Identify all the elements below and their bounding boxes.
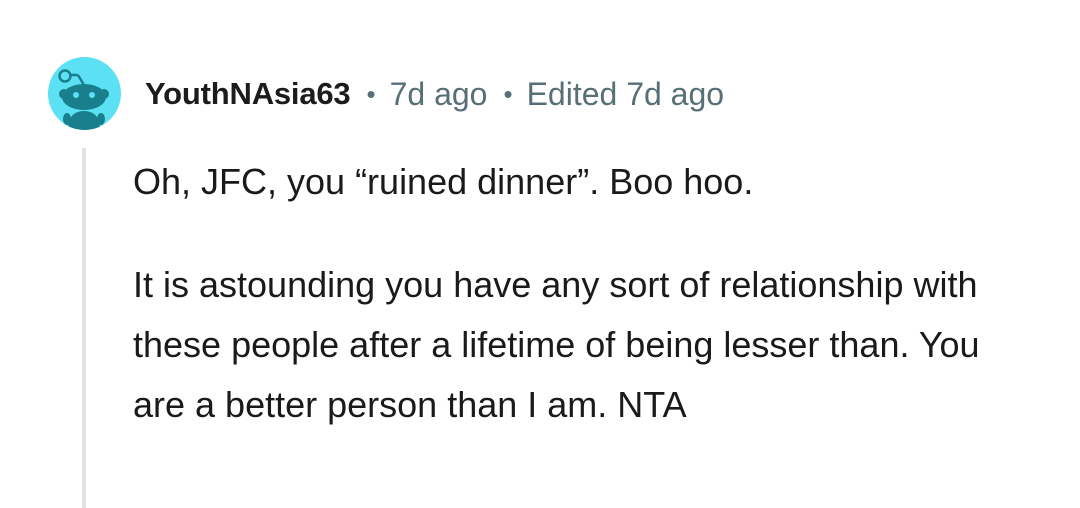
thread-line[interactable] — [82, 148, 86, 508]
timestamp[interactable]: 7d ago — [390, 76, 488, 113]
comment-paragraph: Oh, JFC, you “ruined dinner”. Boo hoo. — [133, 161, 754, 202]
separator-dot: • — [366, 78, 376, 109]
reddit-snoo-icon — [58, 69, 109, 130]
edited-timestamp: Edited 7d ago — [526, 75, 725, 112]
username-link[interactable]: YouthNAsia63 — [145, 76, 351, 112]
avatar[interactable] — [48, 57, 121, 130]
comment-body: Oh, JFC, you “ruined dinner”. Boo hoo. I… — [133, 152, 1033, 435]
comment-header: YouthNAsia63 • 7d ago • Edited 7d ago — [145, 72, 724, 116]
comment: YouthNAsia63 • 7d ago • Edited 7d ago Oh… — [0, 0, 1080, 508]
comment-paragraph: It is astounding you have any sort of re… — [133, 264, 980, 425]
separator-dot: • — [503, 78, 513, 109]
